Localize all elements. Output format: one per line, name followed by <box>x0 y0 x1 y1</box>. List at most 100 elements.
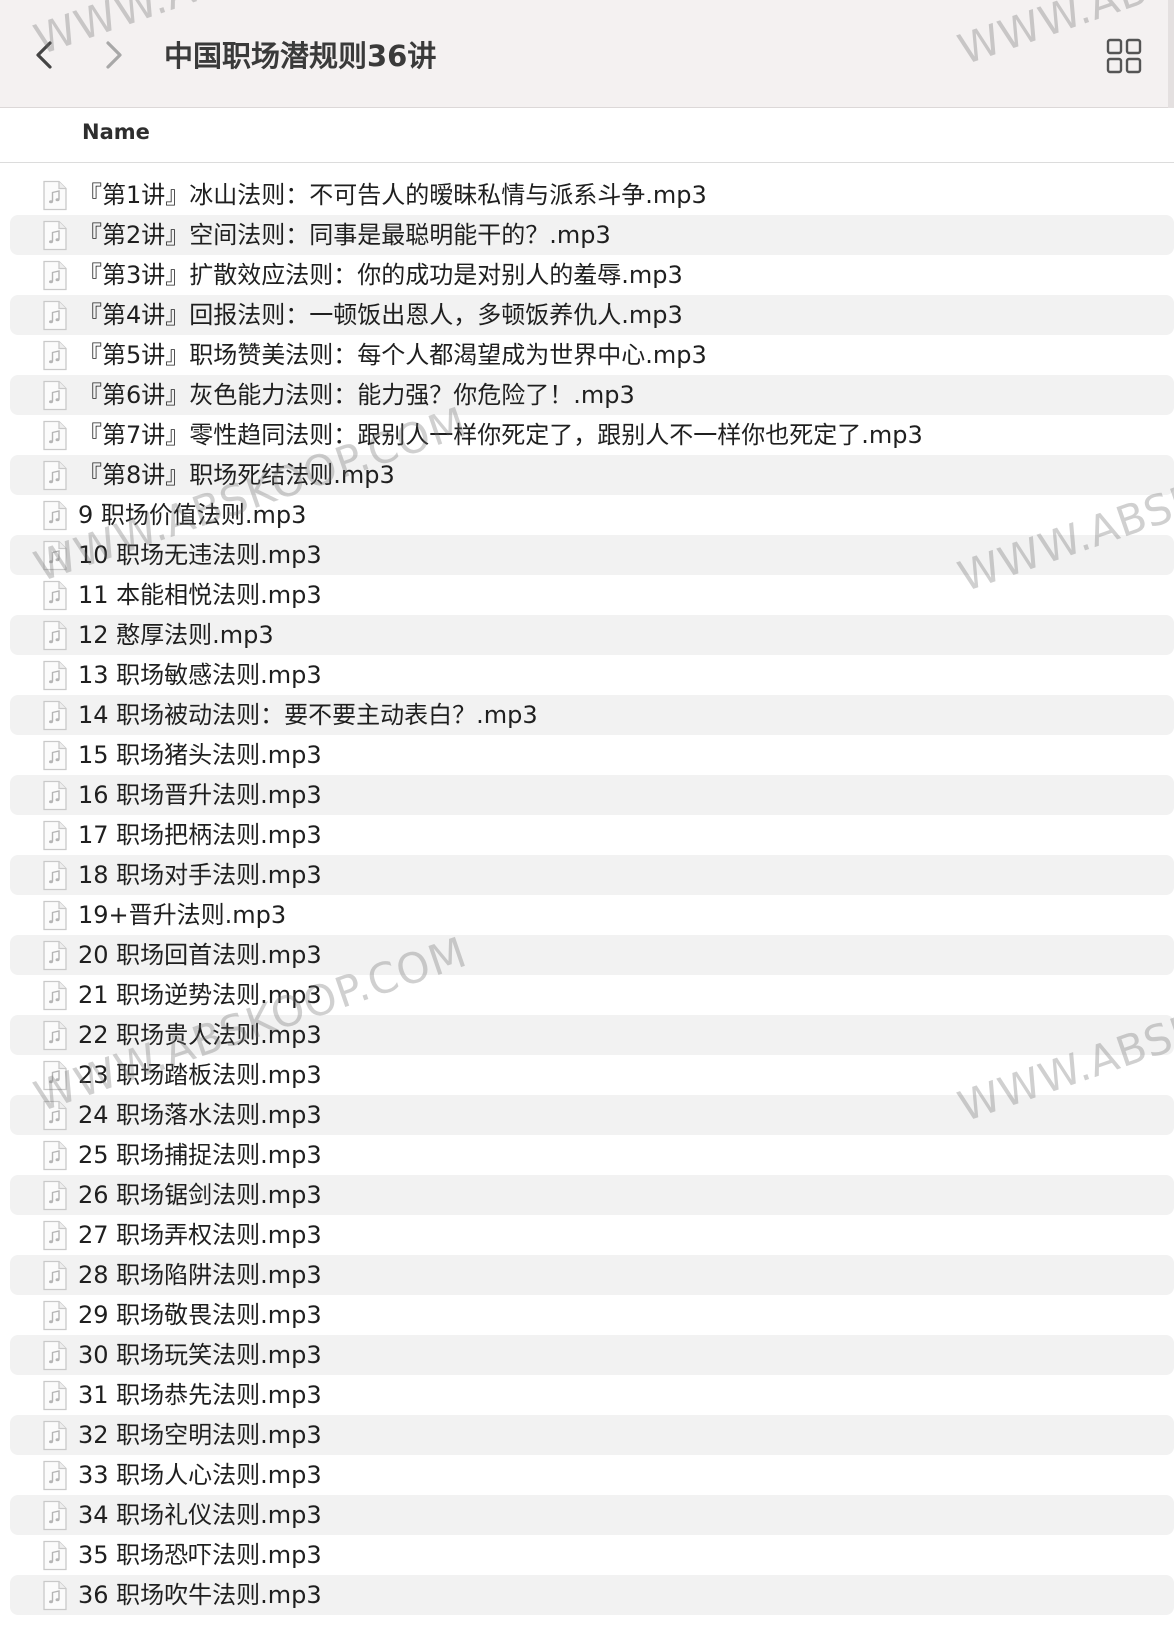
file-row[interactable]: 35 职场恐吓法则.mp3 <box>10 1535 1174 1575</box>
file-name: 22 职场贵人法则.mp3 <box>78 1021 322 1049</box>
audio-file-icon <box>40 220 69 251</box>
audio-file-icon <box>40 1220 69 1251</box>
window-title: 中国职场潜规则36讲 <box>164 39 437 73</box>
audio-file-icon <box>40 1340 69 1371</box>
file-row[interactable]: 15 职场猪头法则.mp3 <box>10 735 1174 775</box>
file-row[interactable]: 14 职场被动法则：要不要主动表白？.mp3 <box>10 695 1174 735</box>
file-name: 25 职场捕捉法则.mp3 <box>78 1141 322 1169</box>
file-row[interactable]: 9 职场价值法则.mp3 <box>10 495 1174 535</box>
audio-file-icon <box>40 820 69 851</box>
audio-file-icon <box>40 740 69 771</box>
file-row[interactable]: 27 职场弄权法则.mp3 <box>10 1215 1174 1255</box>
file-name: 17 职场把柄法则.mp3 <box>78 821 322 849</box>
audio-file-icon <box>40 1500 69 1531</box>
chevron-left-icon <box>36 41 52 69</box>
file-name: 『第2讲』空间法则：同事是最聪明能干的？.mp3 <box>78 221 611 249</box>
audio-file-icon <box>40 660 69 691</box>
file-row[interactable]: 『第4讲』回报法则：一顿饭出恩人，多顿饭养仇人.mp3 <box>10 295 1174 335</box>
audio-file-icon <box>40 1180 69 1211</box>
file-row[interactable]: 34 职场礼仪法则.mp3 <box>10 1495 1174 1535</box>
file-name: 23 职场踏板法则.mp3 <box>78 1061 322 1089</box>
file-row[interactable]: 22 职场贵人法则.mp3 <box>10 1015 1174 1055</box>
back-button[interactable] <box>26 30 66 80</box>
audio-file-icon <box>40 1380 69 1411</box>
window-edge <box>1168 0 1174 108</box>
file-row[interactable]: 『第8讲』职场死结法则.mp3 <box>10 455 1174 495</box>
file-name: 36 职场吹牛法则.mp3 <box>78 1581 322 1609</box>
audio-file-icon <box>40 380 69 411</box>
file-name: 『第8讲』职场死结法则.mp3 <box>78 461 395 489</box>
file-row[interactable]: 『第2讲』空间法则：同事是最聪明能干的？.mp3 <box>10 215 1174 255</box>
file-row[interactable]: 『第6讲』灰色能力法则：能力强？你危险了！.mp3 <box>10 375 1174 415</box>
file-row[interactable]: 24 职场落水法则.mp3 <box>10 1095 1174 1135</box>
file-row[interactable]: 29 职场敬畏法则.mp3 <box>10 1295 1174 1335</box>
file-name: 28 职场陷阱法则.mp3 <box>78 1261 322 1289</box>
file-row[interactable]: 30 职场玩笑法则.mp3 <box>10 1335 1174 1375</box>
file-name: 21 职场逆势法则.mp3 <box>78 981 322 1009</box>
file-row[interactable]: 11 本能相悦法则.mp3 <box>10 575 1174 615</box>
file-row[interactable]: 21 职场逆势法则.mp3 <box>10 975 1174 1015</box>
file-name: 35 职场恐吓法则.mp3 <box>78 1541 322 1569</box>
file-name: 『第7讲』零性趋同法则：跟别人一样你死定了，跟别人不一样你也死定了.mp3 <box>78 421 923 449</box>
file-row[interactable]: 23 职场踏板法则.mp3 <box>10 1055 1174 1095</box>
file-row[interactable]: 36 职场吹牛法则.mp3 <box>10 1575 1174 1615</box>
audio-file-icon <box>40 900 69 931</box>
file-name: 14 职场被动法则：要不要主动表白？.mp3 <box>78 701 538 729</box>
file-row[interactable]: 17 职场把柄法则.mp3 <box>10 815 1174 855</box>
file-row[interactable]: 25 职场捕捉法则.mp3 <box>10 1135 1174 1175</box>
file-row[interactable]: 13 职场敏感法则.mp3 <box>10 655 1174 695</box>
file-name: 『第4讲』回报法则：一顿饭出恩人，多顿饭养仇人.mp3 <box>78 301 683 329</box>
file-row[interactable]: 16 职场晋升法则.mp3 <box>10 775 1174 815</box>
file-name: 30 职场玩笑法则.mp3 <box>78 1341 322 1369</box>
file-name: 32 职场空明法则.mp3 <box>78 1421 322 1449</box>
file-row[interactable]: 28 职场陷阱法则.mp3 <box>10 1255 1174 1295</box>
audio-file-icon <box>40 300 69 331</box>
audio-file-icon <box>40 780 69 811</box>
audio-file-icon <box>40 1100 69 1131</box>
file-name: 9 职场价值法则.mp3 <box>78 501 307 529</box>
file-row[interactable]: 20 职场回首法则.mp3 <box>10 935 1174 975</box>
file-row[interactable]: 26 职场锯剑法则.mp3 <box>10 1175 1174 1215</box>
toolbar: 中国职场潜规则36讲 <box>0 0 1174 108</box>
file-name: 13 职场敏感法则.mp3 <box>78 661 322 689</box>
file-row[interactable]: 12 憨厚法则.mp3 <box>10 615 1174 655</box>
file-name: 24 职场落水法则.mp3 <box>78 1101 322 1129</box>
file-list: 『第1讲』冰山法则：不可告人的暧昧私情与派系斗争.mp3 『第2讲』空间法则：同事… <box>0 175 1174 1615</box>
audio-file-icon <box>40 260 69 291</box>
file-name: 29 职场敬畏法则.mp3 <box>78 1301 322 1329</box>
audio-file-icon <box>40 1020 69 1051</box>
file-name: 31 职场恭先法则.mp3 <box>78 1381 322 1409</box>
audio-file-icon <box>40 1420 69 1451</box>
file-row[interactable]: 19+晋升法则.mp3 <box>10 895 1174 935</box>
audio-file-icon <box>40 340 69 371</box>
file-row[interactable]: 『第3讲』扩散效应法则：你的成功是对别人的羞辱.mp3 <box>10 255 1174 295</box>
audio-file-icon <box>40 580 69 611</box>
name-column-header[interactable]: Name <box>82 120 150 144</box>
view-toggle-button[interactable] <box>1102 34 1146 78</box>
forward-button[interactable] <box>94 30 134 80</box>
audio-file-icon <box>40 1140 69 1171</box>
file-row[interactable]: 32 职场空明法则.mp3 <box>10 1415 1174 1455</box>
file-row[interactable]: 『第7讲』零性趋同法则：跟别人一样你死定了，跟别人不一样你也死定了.mp3 <box>10 415 1174 455</box>
column-header: Name <box>0 108 1174 163</box>
file-row[interactable]: 18 职场对手法则.mp3 <box>10 855 1174 895</box>
audio-file-icon <box>40 700 69 731</box>
file-row[interactable]: 10 职场无违法则.mp3 <box>10 535 1174 575</box>
audio-file-icon <box>40 1300 69 1331</box>
audio-file-icon <box>40 540 69 571</box>
audio-file-icon <box>40 860 69 891</box>
file-name: 18 职场对手法则.mp3 <box>78 861 322 889</box>
file-name: 『第3讲』扩散效应法则：你的成功是对别人的羞辱.mp3 <box>78 261 683 289</box>
file-name: 33 职场人心法则.mp3 <box>78 1461 322 1489</box>
file-name: 34 职场礼仪法则.mp3 <box>78 1501 322 1529</box>
file-row[interactable]: 『第5讲』职场赞美法则：每个人都渴望成为世界中心.mp3 <box>10 335 1174 375</box>
audio-file-icon <box>40 1060 69 1091</box>
file-row[interactable]: 33 职场人心法则.mp3 <box>10 1455 1174 1495</box>
audio-file-icon <box>40 180 69 211</box>
file-name: 『第1讲』冰山法则：不可告人的暧昧私情与派系斗争.mp3 <box>78 181 707 209</box>
file-name: 20 职场回首法则.mp3 <box>78 941 322 969</box>
file-row[interactable]: 『第1讲』冰山法则：不可告人的暧昧私情与派系斗争.mp3 <box>10 175 1174 215</box>
file-row[interactable]: 31 职场恭先法则.mp3 <box>10 1375 1174 1415</box>
file-name: 11 本能相悦法则.mp3 <box>78 581 322 609</box>
audio-file-icon <box>40 1580 69 1611</box>
